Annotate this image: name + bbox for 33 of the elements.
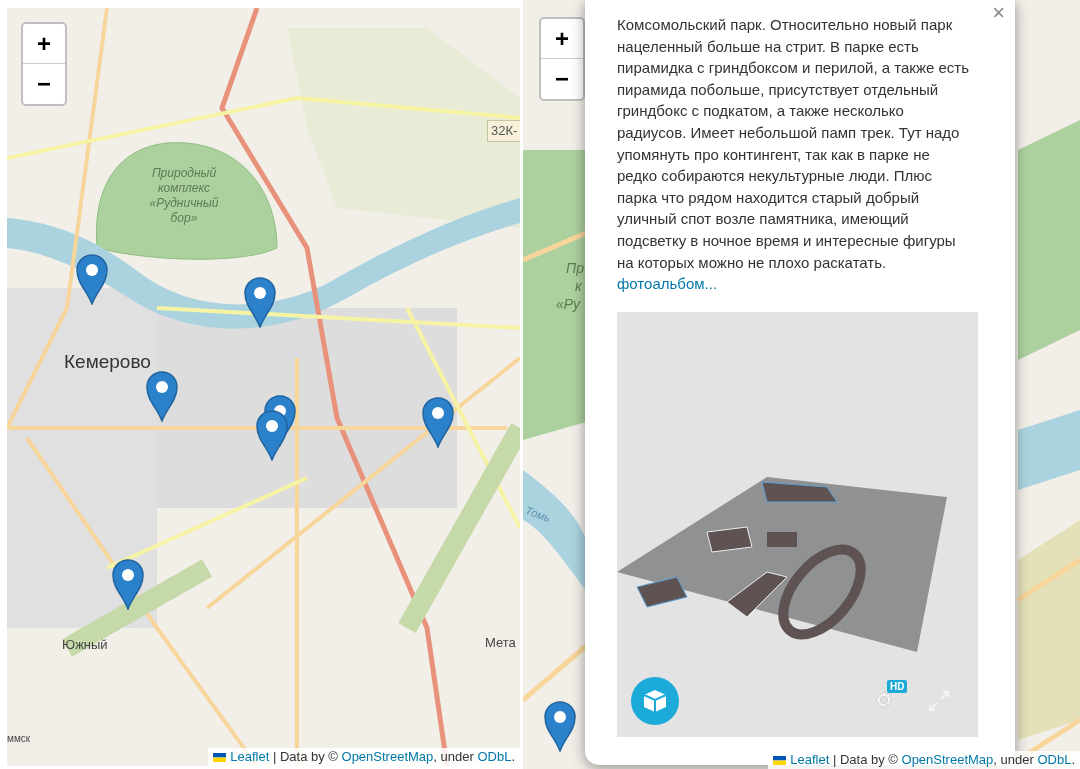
attribution-text: Leaflet | Data by © OpenStreetMap, under ODbL. [790,751,1075,769]
zoom-out-button[interactable]: − [23,64,65,104]
map-marker-icon[interactable] [145,370,179,422]
map-label: Пр [566,259,584,278]
zoom-in-button[interactable]: + [541,19,583,59]
zoom-out-button[interactable]: − [541,59,583,99]
map-label: «Ру [556,295,581,314]
popup-description: Комсомольский парк. Относительно новый парк нацеленный больше на стрит. В парке есть пирамидка с гриндбоксом и перилой, а также есть пирамида побольше, присутствует отдельный гриндбокс с подкатом, а также несколько радиусов. Имеет небольшой памп трек. Тут надо упомянуть про контингент, так как в парке не редко собираются некультурные люди. Плюс парка что рядом находится старый добрый уличный спот возле памятника, имеющий подсветку в ночное время и интересные фигуры на которых можно не плохо раскатать. [617,15,969,273]
map-label: к [575,277,582,296]
map-marker-icon[interactable] [243,276,277,328]
map-label: 32К- [487,120,520,142]
photo-album-link[interactable]: фотоальбом... [617,273,983,295]
attribution-text: Leaflet | Data by © OpenStreetMap, under ODbL. [230,748,515,766]
map-label: Кемерово [64,350,151,374]
close-button[interactable]: × [992,2,1005,24]
map-label: ммск [7,732,31,746]
map-label: Мета [485,634,516,652]
cube-logo-icon[interactable] [631,677,679,726]
attribution-link[interactable]: Leaflet [230,749,270,764]
map-marker-icon[interactable] [75,253,109,305]
flag-icon [213,752,227,762]
map-marker-icon[interactable] [111,558,145,610]
map-label: Томь [523,502,553,527]
hd-badge: HD [887,680,908,694]
map-marker-icon[interactable] [421,396,455,448]
attribution-link[interactable]: Leaflet [790,752,830,767]
map-marker-icon[interactable] [543,700,577,752]
map-label: Южный [62,636,108,654]
zoom-in-button[interactable]: + [23,24,65,64]
overlapping-markers-icon[interactable] [255,393,298,461]
flag-icon [773,755,787,765]
model-viewer[interactable]: HD [617,312,978,738]
map-label: Природный комплекс «Рудничный бор» [148,166,220,226]
